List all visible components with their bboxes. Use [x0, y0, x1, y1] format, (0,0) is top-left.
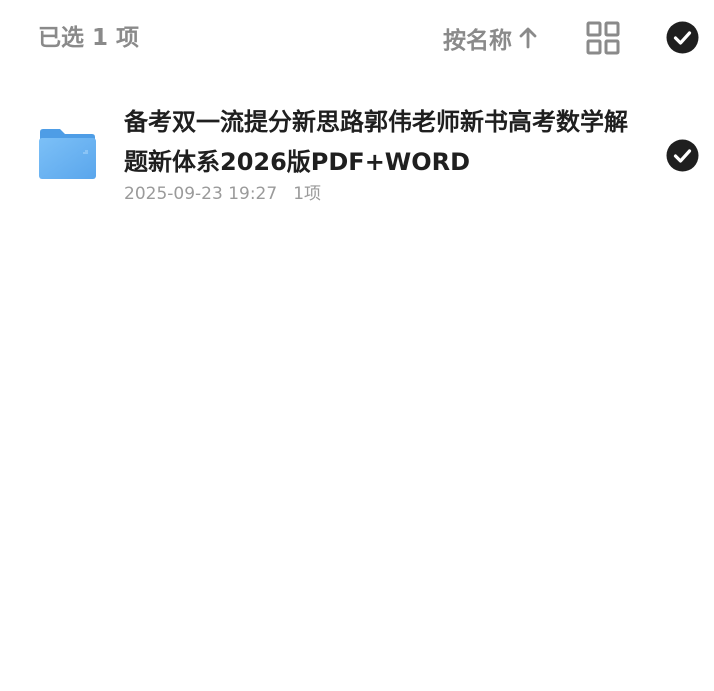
- file-meta: 2025-09-23 19:27 1项: [124, 182, 321, 206]
- file-item-count: 1项: [293, 184, 322, 204]
- folder-icon: [39, 129, 96, 179]
- file-row[interactable]: 备考双一流提分新思路郭伟老师新书高考数学解题新体系2026版PDF+WORD 2…: [0, 96, 714, 216]
- selected-count-label: 已选 1 项: [38, 25, 140, 51]
- sort-label: 按名称: [443, 28, 512, 54]
- row-selected-check-icon[interactable]: [666, 139, 699, 172]
- sort-by-name-button[interactable]: 按名称: [443, 22, 538, 54]
- file-name[interactable]: 备考双一流提分新思路郭伟老师新书高考数学解题新体系2026版PDF+WORD: [124, 102, 629, 182]
- grid-view-icon[interactable]: [586, 21, 620, 55]
- file-browser: 已选 1 项 按名称 备考双一流提分新思路郭伟老师新书高考数学解题新体系2026…: [0, 0, 714, 691]
- arrow-up-icon: [519, 27, 537, 49]
- file-modified-time: 2025-09-23 19:27: [124, 184, 278, 204]
- selection-toolbar: 已选 1 项 按名称: [0, 0, 714, 76]
- select-all-check-icon[interactable]: [666, 21, 699, 54]
